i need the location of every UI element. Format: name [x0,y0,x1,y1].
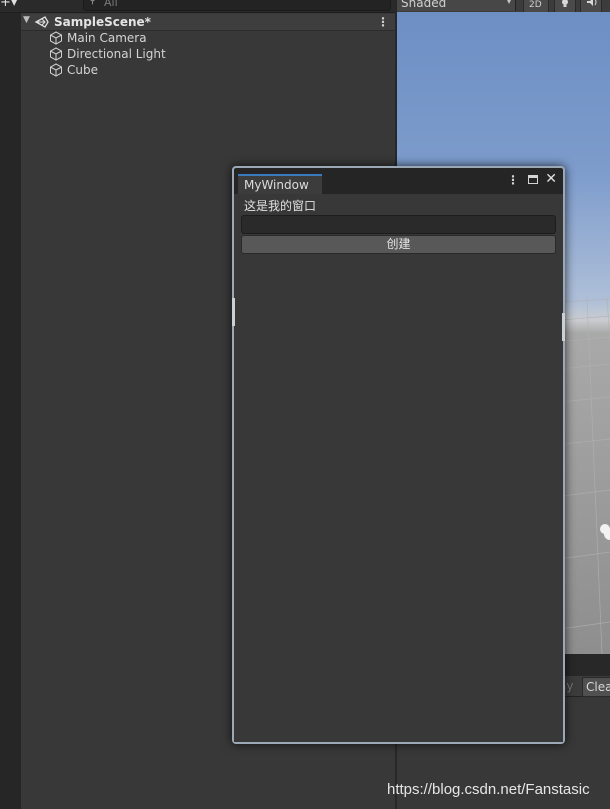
unity-scene-icon [34,16,49,28]
scene-root-row[interactable]: ▼ SampleScene* ⋮ [21,14,395,31]
create-button[interactable]: 创建 [241,235,556,254]
hierarchy-search-input[interactable]: ⚲ All [83,0,391,11]
tab-mywindow[interactable]: MyWindow [238,174,322,194]
close-icon[interactable]: ✕ [545,171,557,187]
maximize-icon[interactable] [528,175,538,184]
hierarchy-toolbar: +▾ ⚲ All [0,0,395,13]
scene-menu-icon[interactable]: ⋮ [377,14,389,30]
toggle-2d-label: 2D [529,0,542,10]
lightbulb-icon [562,0,568,7]
gameobject-cube-icon [50,47,62,61]
window-label: 这是我的窗口 [244,199,317,213]
hierarchy-item-label: Main Camera [67,31,147,45]
dropdown-arrow-icon: ▾ [506,0,511,6]
hierarchy-item-label: Directional Light [67,47,166,61]
resize-handle-left[interactable] [232,298,235,326]
shading-mode-dropdown[interactable]: Shaded ▾ [397,0,516,11]
tab-title: MyWindow [244,178,309,192]
gameobject-cube-icon [50,63,62,77]
gizmo-icon [600,524,610,540]
text-input-field[interactable] [241,215,556,234]
window-body: 这是我的窗口 创建 [234,194,563,742]
window-menu-icon[interactable]: ⋮ [507,173,519,187]
speaker-icon [587,0,597,6]
search-placeholder: All [104,0,118,9]
window-tab-bar: MyWindow ⋮ ✕ [234,168,563,194]
fold-arrow-icon[interactable]: ▼ [23,15,30,25]
search-icon: ⚲ [89,0,97,6]
add-object-button[interactable]: +▾ [0,0,22,11]
clear-button[interactable]: Clea [582,677,610,697]
left-gutter [0,0,22,809]
hierarchy-item-label: Cube [67,63,98,77]
mywindow-editor-window[interactable]: MyWindow ⋮ ✕ 这是我的窗口 创建 [232,166,565,744]
shading-mode-label: Shaded [401,0,447,10]
scene-name: SampleScene* [54,15,151,29]
watermark-text: https://blog.csdn.net/Fanstasic [387,781,590,798]
clear-button-label: Clea [586,680,610,694]
create-button-label: 创建 [386,237,411,251]
resize-handle-right[interactable] [562,313,565,341]
gameobject-cube-icon [50,31,62,45]
